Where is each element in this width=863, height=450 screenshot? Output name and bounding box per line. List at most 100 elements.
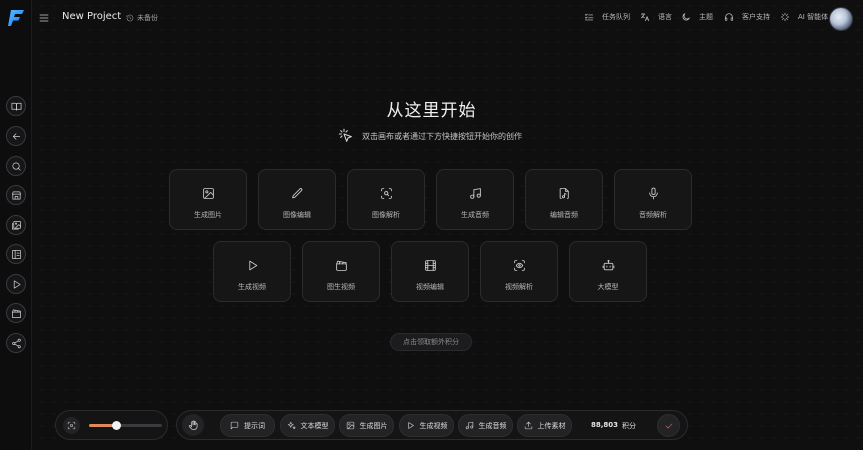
card-large-model[interactable]: 大模型: [569, 241, 647, 302]
history-icon: [126, 14, 134, 22]
card-generate-video[interactable]: 生成视频: [213, 241, 291, 302]
layout-panel-icon: [11, 249, 21, 259]
language-label: 语言: [658, 13, 672, 21]
card-image-analysis[interactable]: 图像解析: [347, 169, 425, 230]
zoom-fit-button[interactable]: [63, 417, 80, 434]
list-checks-icon: [584, 13, 594, 21]
arrow-left-icon: [12, 132, 20, 140]
card-video-edit[interactable]: 视频编辑: [391, 241, 469, 302]
robot-icon: [602, 259, 614, 271]
sidebar-layout-button[interactable]: [6, 244, 26, 264]
sidebar-clapper-button[interactable]: [6, 303, 26, 323]
card-audio-analysis[interactable]: 音频解析: [614, 169, 692, 230]
audio-file-icon: [559, 188, 569, 199]
generate-image-button[interactable]: 生成图片: [339, 414, 394, 437]
task-queue-button[interactable]: 任务队列: [584, 12, 630, 22]
menu-icon[interactable]: [38, 12, 50, 24]
sidebar-video-button[interactable]: [6, 274, 26, 294]
ai-agent-label: AI 智能体: [798, 13, 829, 21]
message-square-icon: [230, 421, 239, 430]
theme-button[interactable]: 主题: [681, 12, 713, 22]
hand-icon: [188, 420, 198, 430]
card-label: 生成视频: [238, 283, 266, 291]
store-icon: [11, 190, 21, 200]
card-label: 视频解析: [505, 283, 533, 291]
card-label: 音频解析: [639, 211, 667, 219]
upload-label: 上传素材: [537, 421, 566, 430]
sidebar-gallery-button[interactable]: [6, 215, 26, 235]
play-icon: [407, 422, 414, 429]
scan-eye-icon: [513, 260, 525, 271]
card-label: 图生视频: [327, 283, 355, 291]
claim-credits-button[interactable]: 点击领取额外积分: [390, 333, 472, 351]
points-value: 88,803: [591, 421, 619, 429]
card-label: 图像编辑: [283, 211, 311, 219]
hero-title: 从这里开始: [386, 101, 477, 121]
points-unit: 积分: [622, 422, 637, 430]
card-generate-image[interactable]: 生成图片: [169, 169, 247, 230]
image-icon: [346, 421, 354, 430]
card-image-to-video[interactable]: 图生视频: [302, 241, 380, 302]
prompt-label: 提示词: [244, 421, 265, 430]
film-icon: [424, 260, 436, 271]
scan-search-icon: [380, 188, 392, 199]
user-avatar[interactable]: [829, 7, 853, 31]
card-label: 视频编辑: [416, 283, 444, 291]
share-icon: [11, 338, 21, 348]
clapperboard-icon: [11, 308, 21, 318]
check-icon: [665, 423, 672, 428]
generate-video-button[interactable]: 生成视频: [399, 414, 454, 437]
zoom-slider[interactable]: [89, 421, 162, 430]
upload-button[interactable]: 上传素材: [517, 414, 572, 437]
pan-tool-button[interactable]: [182, 414, 204, 436]
hero-subtitle-text: 双击画布或者通过下方快捷按钮开始你的创作: [362, 131, 522, 141]
card-video-analysis[interactable]: 视频解析: [480, 241, 558, 302]
app-logo[interactable]: [6, 8, 26, 28]
sidebar-store-button[interactable]: [6, 185, 26, 205]
top-header: New Project 未备份 任务队列 语言 主题 客户支持 AI 智能体: [32, 0, 863, 38]
project-title[interactable]: New Project: [62, 11, 121, 22]
generate-video-label: 生成视频: [419, 421, 448, 430]
generate-audio-button[interactable]: 生成音频: [458, 414, 513, 437]
fit-screen-icon: [67, 421, 76, 430]
music-note-icon: [465, 421, 473, 430]
card-audio-edit[interactable]: 编辑音频: [525, 169, 603, 230]
search-icon: [11, 161, 21, 171]
pencil-icon: [291, 188, 302, 199]
play-icon: [248, 260, 257, 271]
pointer-click-icon: [338, 128, 352, 142]
music-note-icon: [469, 188, 481, 199]
images-icon: [11, 220, 21, 230]
sidebar-search-button[interactable]: [6, 156, 26, 176]
generate-image-label: 生成图片: [359, 421, 388, 430]
upload-icon: [524, 421, 532, 430]
sparkles-icon: [287, 421, 296, 430]
zoom-slider-handle[interactable]: [112, 421, 121, 430]
left-sidebar: [0, 0, 32, 450]
text-model-button[interactable]: 文本模型: [280, 414, 335, 437]
support-button[interactable]: 客户支持: [724, 12, 770, 22]
image-icon: [202, 188, 214, 199]
card-generate-audio[interactable]: 生成音频: [436, 169, 514, 230]
ai-agent-button[interactable]: AI 智能体: [780, 12, 828, 22]
headset-icon: [724, 13, 734, 21]
play-icon: [13, 279, 21, 289]
sidebar-share-button[interactable]: [6, 333, 26, 353]
card-image-edit[interactable]: 图像编辑: [258, 169, 336, 230]
hero-subtitle: 双击画布或者通过下方快捷按钮开始你的创作: [338, 128, 522, 144]
card-label: 图像解析: [372, 211, 400, 219]
backup-status[interactable]: 未备份: [126, 13, 158, 23]
language-button[interactable]: 语言: [640, 12, 672, 22]
prompt-button[interactable]: 提示词: [220, 414, 275, 437]
sparkle-icon: [780, 12, 790, 22]
card-label: 生成图片: [194, 211, 222, 219]
card-label: 生成音频: [461, 211, 489, 219]
task-queue-label: 任务队列: [602, 13, 630, 21]
card-label: 编辑音频: [550, 211, 578, 219]
support-label: 客户支持: [742, 13, 770, 21]
confirm-button[interactable]: [657, 414, 680, 437]
sidebar-back-button[interactable]: [6, 126, 26, 146]
translate-icon: [640, 12, 650, 22]
backup-status-label: 未备份: [137, 14, 158, 22]
generate-audio-label: 生成音频: [478, 421, 507, 430]
